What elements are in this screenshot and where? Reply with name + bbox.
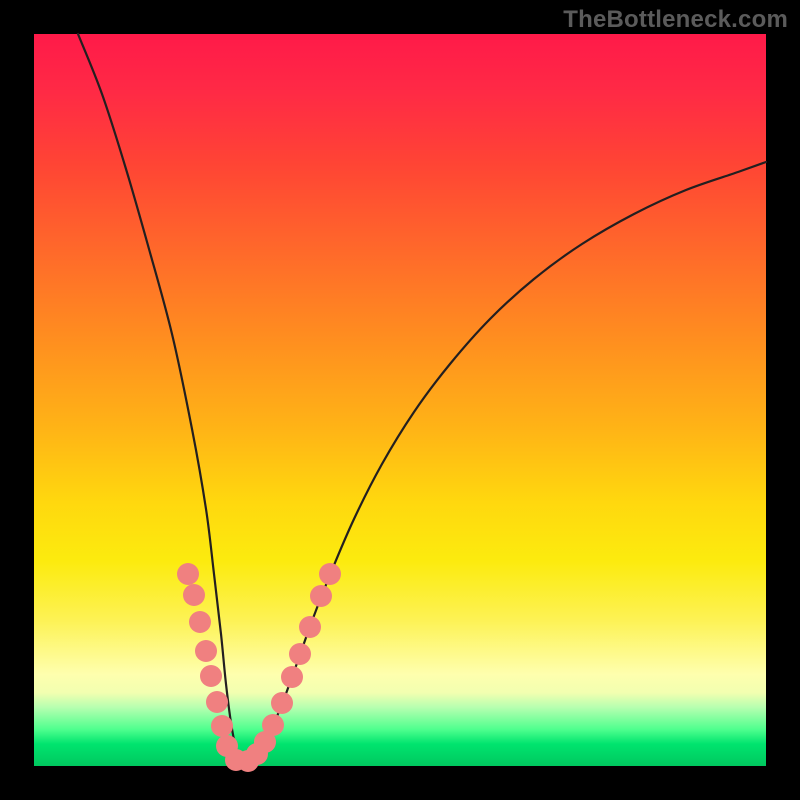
highlight-dot <box>271 692 293 714</box>
plot-area <box>34 34 766 766</box>
highlight-dot <box>211 715 233 737</box>
highlight-dot <box>319 563 341 585</box>
highlight-dot <box>299 616 321 638</box>
highlight-dot <box>310 585 332 607</box>
highlight-dot <box>289 643 311 665</box>
watermark-text: TheBottleneck.com <box>563 6 788 34</box>
highlight-dot <box>183 584 205 606</box>
highlight-dot <box>200 665 222 687</box>
highlight-dot <box>177 563 199 585</box>
highlight-dot <box>206 691 228 713</box>
highlight-dot <box>262 714 284 736</box>
highlight-dot <box>281 666 303 688</box>
highlight-dot <box>189 611 211 633</box>
bottleneck-curve <box>78 34 766 762</box>
chart-svg <box>34 34 766 766</box>
highlight-dots-group <box>177 563 341 772</box>
highlight-dot <box>195 640 217 662</box>
outer-frame: TheBottleneck.com <box>0 0 800 800</box>
